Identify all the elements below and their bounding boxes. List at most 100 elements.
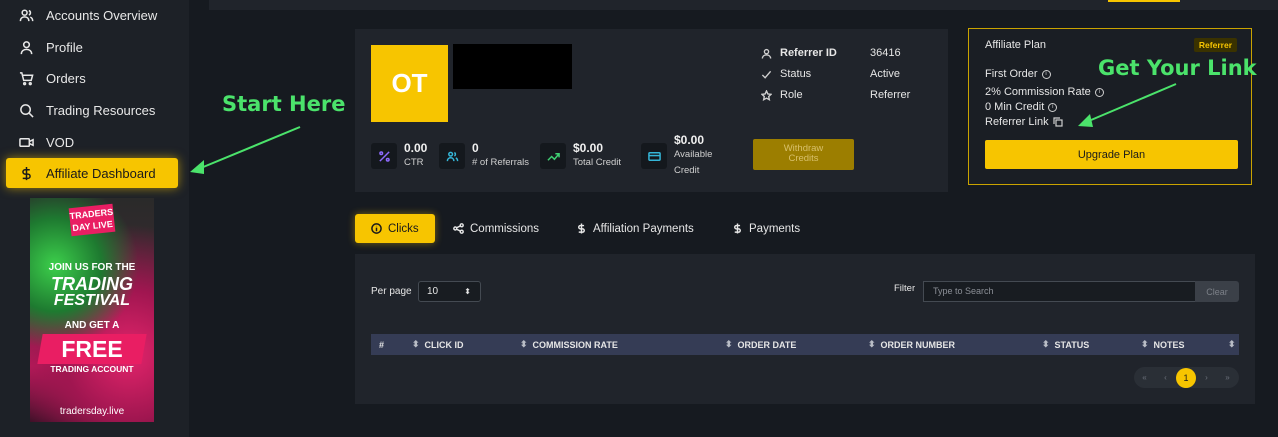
role-row: Role <box>761 89 803 101</box>
next-page-button[interactable]: › <box>1196 373 1217 382</box>
info-icon <box>371 223 382 234</box>
promo-line: FREE <box>61 336 123 362</box>
column-header-order-number[interactable]: ⬍ ORDER NUMBER <box>868 334 955 355</box>
column-header-status[interactable]: ⬍ STATUS <box>1042 334 1089 355</box>
users-icon <box>439 143 465 169</box>
info-icon[interactable]: i <box>1041 69 1051 79</box>
top-bar <box>209 0 1278 10</box>
tab-label: Payments <box>749 222 801 235</box>
referrals-value: 0 <box>472 141 479 155</box>
first-order-row: First Order i <box>985 68 1051 80</box>
sidebar-item-profile[interactable]: Profile <box>6 32 178 62</box>
sort-icon: ⬍ <box>725 339 733 349</box>
min-credit-row: 0 Min Credit i <box>985 101 1058 113</box>
tab-label: Affiliation Payments <box>593 222 694 235</box>
sidebar: Accounts Overview Profile Orders Trading… <box>0 0 189 437</box>
sidebar-item-accounts-overview[interactable]: Accounts Overview <box>6 0 178 30</box>
clicks-table-card <box>355 254 1255 404</box>
first-page-button[interactable]: « <box>1134 373 1155 382</box>
video-icon <box>16 135 36 150</box>
column-label: STATUS <box>1054 339 1090 350</box>
sort-icon: ⬍ <box>1228 339 1236 349</box>
promo-banner[interactable]: TRADERS DAY LIVE JOIN US FOR THE TRADING… <box>30 198 154 422</box>
referrer-id-row: Referrer ID <box>761 47 837 59</box>
plan-badge: Referrer <box>1193 38 1237 52</box>
sidebar-item-label: Orders <box>46 70 86 86</box>
sort-icon: ⬍ <box>1141 339 1149 349</box>
users-icon <box>16 8 36 23</box>
prev-page-button[interactable]: ‹ <box>1155 373 1176 382</box>
role-value: Referrer <box>870 89 911 101</box>
avatar: OT <box>371 45 448 122</box>
arrow-line <box>195 126 301 171</box>
search-input[interactable]: Type to Search <box>923 281 1196 302</box>
sort-icon: ⬍ <box>412 339 420 349</box>
plan-title: Affiliate Plan <box>985 39 1046 51</box>
column-header-index: # <box>379 334 384 355</box>
promo-logo: TRADERS DAY LIVE <box>68 203 116 237</box>
commission-row: 2% Commission Rate i <box>985 86 1104 98</box>
sort-caret-icon: ⬍ <box>464 287 471 296</box>
available-credit-label: Credit <box>674 165 700 176</box>
promo-line: AND GET A <box>64 320 120 331</box>
redacted-name <box>453 44 572 89</box>
sidebar-item-affiliate-dashboard[interactable]: Affiliate Dashboard <box>6 158 178 188</box>
user-icon <box>16 40 36 55</box>
ctr-value: 0.00 <box>404 141 428 155</box>
filter-label: Filter <box>894 283 916 294</box>
tab-payments[interactable]: Payments <box>732 214 800 243</box>
sort-icon: ⬍ <box>1042 339 1050 349</box>
commission-label: 2% Commission Rate <box>985 86 1091 98</box>
column-header-order-date[interactable]: ⬍ ORDER DATE <box>725 334 796 355</box>
column-header-click-id[interactable]: ⬍ CLICK ID <box>412 334 464 355</box>
column-header-commission-rate[interactable]: ⬍ COMMISSION RATE <box>520 334 618 355</box>
column-header-notes[interactable]: ⬍ NOTES <box>1141 334 1185 355</box>
tab-clicks[interactable]: Clicks <box>355 214 435 243</box>
column-label: NOTES <box>1153 339 1185 350</box>
available-credit-value: $0.00 <box>674 133 705 147</box>
affiliate-plan-card: Affiliate Plan Referrer First Order i 2% … <box>968 28 1252 185</box>
withdraw-credits-button[interactable]: Withdraw Credits <box>753 139 854 170</box>
search-icon <box>16 103 36 118</box>
clear-button[interactable]: Clear <box>1195 281 1239 302</box>
total-credit-value: $0.00 <box>573 141 604 155</box>
top-accent <box>1108 0 1180 2</box>
cart-icon <box>16 71 36 86</box>
share-icon <box>453 223 464 234</box>
tab-label: Commissions <box>470 222 540 235</box>
promo-line: FESTIVAL <box>53 292 131 309</box>
sidebar-item-label: VOD <box>46 134 75 150</box>
sidebar-item-vod[interactable]: VOD <box>6 127 178 157</box>
info-icon[interactable]: i <box>1094 87 1104 97</box>
column-label: COMMISSION RATE <box>532 339 618 350</box>
sidebar-item-label: Profile <box>46 39 83 55</box>
copy-icon[interactable] <box>1052 117 1063 127</box>
info-icon[interactable]: i <box>1048 102 1058 112</box>
referrer-link-label: Referrer Link <box>985 116 1049 128</box>
total-credit-label: Total Credit <box>573 157 622 168</box>
user-icon <box>761 48 772 59</box>
column-header-extra[interactable]: ⬍ <box>1228 334 1241 355</box>
status-row: Status <box>761 68 811 80</box>
upgrade-plan-button[interactable]: Upgrade Plan <box>985 140 1238 169</box>
status-value: Active <box>870 68 900 80</box>
sidebar-item-trading-resources[interactable]: Trading Resources <box>6 95 178 125</box>
sort-icon: ⬍ <box>520 339 528 349</box>
per-page-select[interactable]: 10 ⬍ <box>418 281 481 302</box>
arrow-head <box>190 160 204 174</box>
referrer-id-value: 36416 <box>870 47 901 59</box>
sidebar-item-orders[interactable]: Orders <box>6 63 178 93</box>
tab-affiliation-payments[interactable]: Affiliation Payments <box>576 214 694 243</box>
sidebar-item-label: Affiliate Dashboard <box>46 165 156 181</box>
start-here-annotation: Start Here <box>222 92 346 116</box>
role-label: Role <box>780 89 803 101</box>
dollar-icon <box>16 166 36 181</box>
column-label: CLICK ID <box>424 339 464 350</box>
card-icon <box>641 143 667 169</box>
last-page-button[interactable]: » <box>1217 373 1238 382</box>
pagination: « ‹ 1 › » <box>1134 367 1239 388</box>
current-page-button[interactable]: 1 <box>1176 367 1196 388</box>
tab-commissions[interactable]: Commissions <box>453 214 539 243</box>
referrer-link-row: Referrer Link <box>985 116 1063 128</box>
dollar-icon <box>734 223 741 234</box>
